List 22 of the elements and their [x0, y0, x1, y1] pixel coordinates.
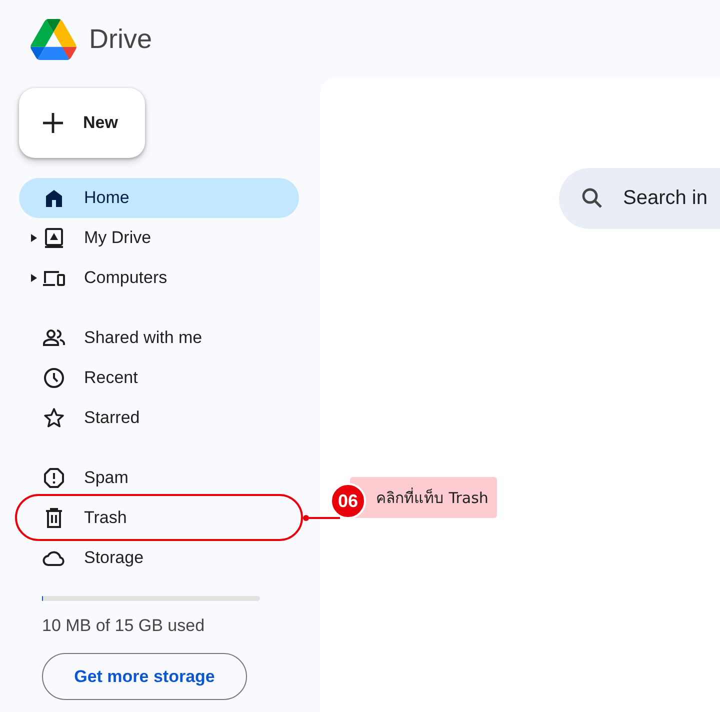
get-storage-button[interactable]: Get more storage — [42, 653, 247, 700]
star-icon — [42, 406, 66, 430]
alert-icon — [42, 466, 66, 490]
app-title: Drive — [89, 24, 152, 54]
storage-usage: 10 MB of 15 GB used — [42, 616, 206, 636]
nav-item[interactable]: Storage — [19, 538, 299, 578]
new-button[interactable]: New — [19, 88, 145, 158]
drive-icon — [42, 226, 66, 250]
nav-item[interactable]: My Drive — [19, 218, 299, 258]
expand-caret-icon[interactable] — [31, 274, 37, 282]
nav-item[interactable]: Home — [19, 178, 299, 218]
nav-item[interactable]: Computers — [19, 258, 299, 298]
nav-item[interactable]: Shared with me — [19, 318, 299, 358]
nav-item[interactable]: Starred — [19, 398, 299, 438]
drive-logo — [30, 18, 77, 60]
nav-item[interactable]: Spam — [19, 458, 299, 498]
nav-item[interactable]: Recent — [19, 358, 299, 398]
expand-caret-icon[interactable] — [31, 234, 37, 242]
search-field[interactable]: Search in — [559, 168, 720, 229]
plus-icon — [41, 111, 65, 135]
leader-line — [300, 515, 340, 521]
clock-icon — [42, 366, 66, 390]
